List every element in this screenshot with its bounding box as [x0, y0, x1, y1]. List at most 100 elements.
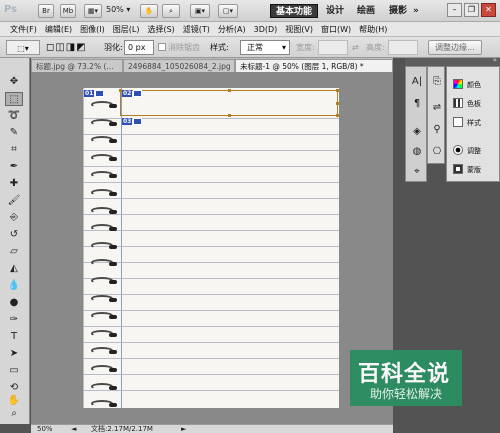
status-doc-info: 文档:2.17M/2.17M [91, 425, 153, 433]
menu-image[interactable]: 图像(I) [76, 22, 109, 36]
style-select[interactable]: 正常 [240, 40, 290, 55]
restore-button[interactable]: ❐ [464, 3, 479, 17]
menu-3d[interactable]: 3D(D) [250, 22, 282, 36]
watermark-title: 百科全说 [358, 362, 451, 387]
mini-bridge-button[interactable]: Mb [60, 4, 76, 18]
marquee-tool-icon[interactable]: ⬚ [5, 92, 23, 106]
eraser-tool-icon[interactable]: ▱ [5, 245, 23, 259]
blur-tool-icon[interactable]: 💧 [5, 279, 23, 293]
panel-styles[interactable]: 样式 [453, 117, 481, 129]
status-zoom[interactable]: 50% [37, 425, 53, 433]
status-menu-arrow-icon[interactable]: ► [181, 425, 186, 433]
selection-handle[interactable] [336, 114, 339, 117]
spiral-ring [87, 135, 121, 145]
document-canvas[interactable]: 01 02 03 [83, 88, 339, 408]
more-workspaces-button[interactable]: » [413, 4, 419, 18]
menu-layer[interactable]: 图层(L) [109, 22, 144, 36]
rectangular-selection[interactable] [119, 89, 339, 117]
type-tool-icon[interactable]: T [5, 330, 23, 344]
panel-masks[interactable]: 蒙版 [453, 164, 481, 176]
path-selection-tool-icon[interactable]: ➤ [5, 347, 23, 361]
refine-edge-button[interactable]: 调整边缘... [428, 40, 482, 55]
healing-brush-tool-icon[interactable]: ✚ [5, 177, 23, 191]
ruled-line [84, 342, 339, 343]
view-extras-button[interactable]: ▦▾ [84, 4, 102, 18]
crop-tool-icon[interactable]: ⌗ [5, 143, 23, 157]
layers-panel-icon[interactable]: ◈ [410, 125, 424, 139]
panel-adjustments[interactable]: 调整 [453, 145, 481, 157]
workspace-design[interactable]: 设计 [326, 4, 344, 18]
watermark-badge: 百科全说 助你轻松解决 [350, 350, 462, 406]
selection-mode-icons[interactable]: ◻◫◨◩ [46, 40, 87, 55]
selection-handle[interactable] [336, 89, 339, 92]
menu-help[interactable]: 帮助(H) [355, 22, 391, 36]
width-label: 宽度: [296, 43, 315, 52]
panel-dock-header[interactable]: » [405, 56, 500, 66]
clone-source-icon[interactable]: ⎔ [430, 145, 444, 159]
workspace-essentials[interactable]: 基本功能 [270, 4, 319, 18]
shape-tool-icon[interactable]: ▭ [5, 364, 23, 378]
hand-tool-button[interactable]: ✋ [140, 4, 158, 18]
antialias-check-icon [158, 43, 166, 51]
spiral-ring [87, 153, 121, 163]
width-input[interactable] [318, 40, 348, 55]
tab-untitled-1[interactable]: 未标题-1 @ 50% (图层 1, RGB/8) * [235, 59, 393, 72]
feather-input[interactable]: 0 px [124, 40, 154, 55]
quick-selection-tool-icon[interactable]: ✎ [5, 126, 23, 140]
screen-mode-button[interactable]: ▢▾ [218, 4, 238, 18]
height-input[interactable] [388, 40, 418, 55]
arrange-documents-button[interactable]: ▣▾ [190, 4, 210, 18]
collapse-arrows-icon[interactable]: » [493, 56, 497, 64]
selection-handle[interactable] [228, 114, 231, 117]
menu-analysis[interactable]: 分析(A) [214, 22, 250, 36]
brush-tool-icon[interactable]: 🖌 [5, 194, 23, 208]
close-button[interactable]: ✕ [481, 3, 496, 17]
selection-handle[interactable] [228, 89, 231, 92]
panel-swatches[interactable]: 色板 [453, 98, 481, 110]
character-panel-icon[interactable]: A| [410, 75, 424, 89]
bridge-button[interactable]: Br [38, 4, 54, 18]
lasso-tool-icon[interactable]: ➰ [5, 109, 23, 123]
zoom-tool-button[interactable]: ⌕ [162, 4, 180, 18]
clone-stamp-tool-icon[interactable]: ⎆ [5, 211, 23, 225]
tab-2496884-jpg[interactable]: 2496884_105026084_2.jpg [123, 59, 235, 72]
panel-color[interactable]: 颜色 [453, 79, 481, 91]
style-label: 样式: [210, 43, 229, 52]
3d-rotate-tool-icon[interactable]: ⟲ [5, 381, 23, 395]
paint-bucket-tool-icon[interactable]: ◭ [5, 262, 23, 276]
feather-label: 羽化: [104, 43, 123, 52]
menu-select[interactable]: 选择(S) [143, 22, 178, 36]
history-brush-tool-icon[interactable]: ↺ [5, 228, 23, 242]
channels-panel-icon[interactable]: ◍ [410, 145, 424, 159]
antialias-checkbox[interactable]: 消除锯齿 [158, 40, 200, 55]
status-bar: 50% ◄ 文档:2.17M/2.17M ► [31, 424, 393, 433]
menu-view[interactable]: 视图(V) [281, 22, 317, 36]
hand-tool-icon[interactable]: ✋ [5, 394, 23, 408]
actions-panel-icon[interactable]: ⇌ [430, 101, 444, 115]
dodge-tool-icon[interactable]: ● [5, 296, 23, 310]
move-tool-icon[interactable]: ✥ [5, 75, 23, 89]
tool-presets-icon[interactable]: ⚲ [430, 123, 444, 137]
paths-panel-icon[interactable]: ⌖ [410, 165, 424, 179]
menu-file[interactable]: 文件(F) [6, 22, 41, 36]
workspace-painting[interactable]: 绘画 [357, 4, 375, 18]
eyedropper-tool-icon[interactable]: ✒ [5, 160, 23, 174]
history-panel-icon[interactable]: ⎘ [430, 75, 444, 89]
ruled-line [84, 150, 339, 151]
canvas-workspace[interactable]: 01 02 03 [31, 72, 393, 424]
paragraph-panel-icon[interactable]: ¶ [410, 97, 424, 111]
zoom-tool-icon[interactable]: ⌕ [5, 407, 23, 421]
menu-edit[interactable]: 编辑(E) [41, 22, 76, 36]
selection-handle[interactable] [336, 102, 339, 105]
zoom-level-select[interactable]: 50% ▾ [106, 5, 130, 14]
menu-window[interactable]: 窗口(W) [317, 22, 355, 36]
spiral-ring [87, 276, 121, 286]
minimize-button[interactable]: – [447, 3, 462, 17]
workspace-photography[interactable]: 摄影 [389, 4, 407, 18]
pen-tool-icon[interactable]: ✑ [5, 313, 23, 327]
tab-biaoti-jpg[interactable]: 标题.jpg @ 73.2% (... [31, 59, 123, 72]
menu-filter[interactable]: 滤镜(T) [179, 22, 214, 36]
panel-styles-label: 样式 [467, 119, 481, 127]
tool-preset-picker[interactable]: ⬚▾ [6, 40, 40, 55]
swap-dimensions-icon[interactable]: ⇄ [352, 40, 359, 55]
